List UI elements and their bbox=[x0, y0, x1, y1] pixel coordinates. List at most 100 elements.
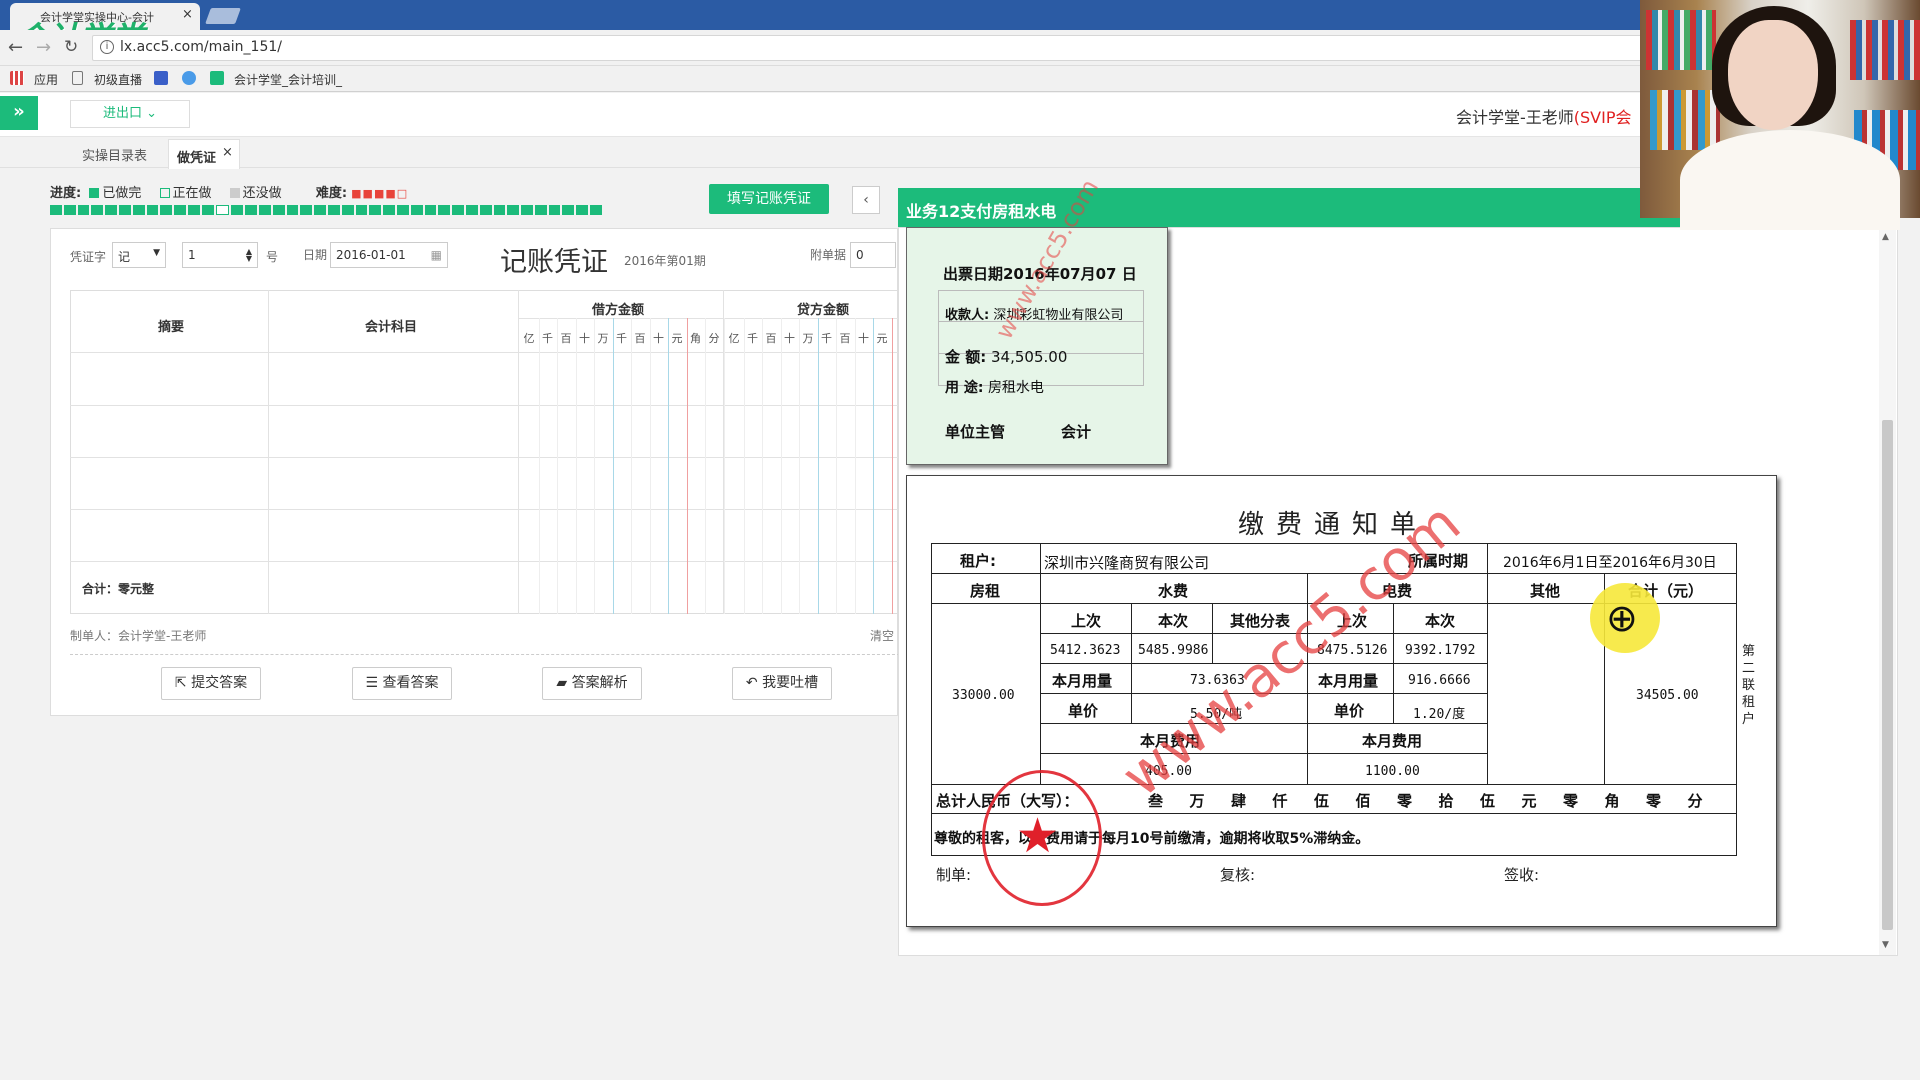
reload-icon[interactable]: ↻ bbox=[64, 37, 78, 57]
progress-segment[interactable] bbox=[215, 205, 230, 215]
progress-segment[interactable] bbox=[548, 205, 561, 215]
progress-segment[interactable] bbox=[160, 205, 173, 215]
voucher-type-select[interactable]: 记 ▼ bbox=[112, 242, 166, 268]
power-fee: 1100.00 bbox=[1365, 764, 1420, 779]
progress-segment[interactable] bbox=[146, 205, 159, 215]
tab-catalog[interactable]: 实操目录表 bbox=[82, 145, 147, 164]
progress-segment[interactable] bbox=[452, 205, 464, 215]
progress-segment[interactable] bbox=[258, 205, 271, 215]
notice-sign: 签收: bbox=[1504, 866, 1540, 884]
bookmark-live[interactable]: 初级直播 bbox=[94, 71, 142, 88]
forward-arrow-icon[interactable]: → bbox=[36, 37, 51, 58]
voucher-number-stepper[interactable]: 1 ▲ ▼ bbox=[182, 242, 258, 268]
feedback-button[interactable]: ↶ 我要吐槽 bbox=[732, 667, 832, 700]
stub-purpose-value: 房租水电 bbox=[987, 380, 1044, 396]
col-debit: 借方金额 bbox=[592, 303, 645, 318]
voucher-number-value: 1 bbox=[188, 248, 196, 262]
progress-segment[interactable] bbox=[479, 205, 492, 215]
progress-segment[interactable] bbox=[272, 205, 285, 215]
answer-analysis-button[interactable]: ▰ 答案解析 bbox=[542, 667, 642, 700]
bookshelf bbox=[1646, 10, 1716, 70]
progress-segment[interactable] bbox=[576, 205, 589, 215]
progress-segment[interactable] bbox=[327, 205, 340, 215]
progress-segment[interactable] bbox=[245, 205, 257, 215]
progress-segment[interactable] bbox=[50, 205, 62, 215]
progress-segment[interactable] bbox=[562, 205, 575, 215]
progress-segment[interactable] bbox=[465, 205, 478, 215]
progress-segment[interactable] bbox=[438, 205, 451, 215]
voucher-type-label: 凭证字 bbox=[70, 250, 107, 264]
progress-segment[interactable] bbox=[341, 205, 354, 215]
period-value: 2016年6月1日至2016年6月30日 bbox=[1503, 555, 1717, 571]
clear-link[interactable]: 清空 bbox=[870, 627, 894, 644]
info-icon[interactable]: i bbox=[100, 40, 114, 54]
voucher-title: 记账凭证 bbox=[500, 247, 608, 278]
bookmark-apps[interactable]: 应用 bbox=[34, 71, 58, 88]
progress-segment[interactable] bbox=[314, 205, 326, 215]
calendar-icon[interactable]: ▦ bbox=[431, 248, 442, 262]
date-field[interactable]: 2016-01-01 ▦ bbox=[330, 242, 448, 268]
total-caps-char: 肆 bbox=[1231, 792, 1247, 810]
progress-segment[interactable] bbox=[355, 205, 368, 215]
back-arrow-icon[interactable]: ← bbox=[8, 37, 23, 58]
zoom-in-icon[interactable]: ⊕ bbox=[1606, 596, 1638, 640]
progress-segment[interactable] bbox=[174, 205, 186, 215]
progress-segment[interactable] bbox=[201, 205, 214, 215]
scroll-down-icon[interactable]: ▼ bbox=[1882, 940, 1889, 950]
progress-segment[interactable] bbox=[105, 205, 117, 215]
new-tab-button[interactable] bbox=[205, 8, 241, 24]
row-divider bbox=[70, 352, 900, 353]
progress-segment[interactable] bbox=[369, 205, 382, 215]
progress-bar[interactable] bbox=[50, 205, 602, 215]
progress-segment[interactable] bbox=[424, 205, 437, 215]
progress-segment[interactable] bbox=[63, 205, 76, 215]
scrollbar-thumb[interactable] bbox=[1882, 420, 1893, 930]
url-input[interactable] bbox=[92, 35, 1652, 61]
progress-segment[interactable] bbox=[383, 205, 395, 215]
power-fee-label: 本月费用 bbox=[1362, 732, 1423, 750]
power-usage-label: 本月用量 bbox=[1318, 672, 1379, 690]
fill-voucher-button[interactable]: 填写记账凭证 bbox=[709, 184, 829, 214]
row-divider bbox=[70, 405, 900, 406]
progress-segment[interactable] bbox=[521, 205, 533, 215]
apps-grid-icon[interactable] bbox=[10, 71, 24, 85]
rent-header: 房租 bbox=[970, 582, 1001, 600]
credit-digit-header: 百 bbox=[765, 332, 777, 345]
debit-digit-header: 元 bbox=[671, 332, 683, 345]
col-divider bbox=[518, 290, 519, 614]
tab-close-icon[interactable]: × bbox=[182, 7, 193, 22]
total-caps-char: 拾 bbox=[1438, 792, 1454, 810]
expand-menu-button[interactable]: » bbox=[0, 96, 38, 130]
digit-divider bbox=[873, 318, 874, 614]
progress-segment[interactable] bbox=[410, 205, 423, 215]
progress-segment[interactable] bbox=[118, 205, 131, 215]
progress-segment[interactable] bbox=[187, 205, 200, 215]
done-legend-icon bbox=[89, 188, 100, 198]
close-icon[interactable]: × bbox=[222, 145, 233, 160]
progress-segment[interactable] bbox=[534, 205, 547, 215]
progress-segment[interactable] bbox=[590, 205, 602, 215]
bookmark-acc5[interactable]: 会计学堂_会计培训_ bbox=[234, 71, 342, 88]
chevron-left-icon[interactable]: ‹ bbox=[852, 186, 880, 214]
stepper-icon[interactable]: ▲ ▼ bbox=[246, 248, 252, 263]
difficulty-stars: ■■■■□ bbox=[351, 187, 409, 200]
progress-segment[interactable] bbox=[77, 205, 90, 215]
progress-segment[interactable] bbox=[286, 205, 299, 215]
progress-segment[interactable] bbox=[231, 205, 244, 215]
digit-divider bbox=[631, 318, 632, 614]
progress-segment[interactable] bbox=[300, 205, 313, 215]
progress-segment[interactable] bbox=[507, 205, 520, 215]
progress-segment[interactable] bbox=[396, 205, 409, 215]
row-divider bbox=[70, 561, 900, 562]
submit-answer-button[interactable]: ⇱ 提交答案 bbox=[161, 667, 261, 700]
digit-divider bbox=[594, 318, 595, 614]
import-export-dropdown[interactable]: 进出口 ⌄ bbox=[70, 100, 190, 128]
view-answer-button[interactable]: ☰ 查看答案 bbox=[352, 667, 452, 700]
progress-segment[interactable] bbox=[493, 205, 506, 215]
dropdown-arrow-icon: ▼ bbox=[153, 248, 160, 258]
progress-segment[interactable] bbox=[132, 205, 145, 215]
digit-divider bbox=[705, 318, 706, 614]
progress-segment[interactable] bbox=[91, 205, 104, 215]
scroll-up-icon[interactable]: ▲ bbox=[1882, 232, 1889, 242]
attachment-count-input[interactable]: 0 bbox=[850, 242, 896, 268]
